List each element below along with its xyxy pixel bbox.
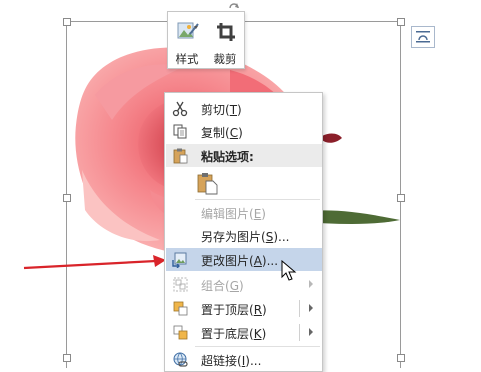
- menu-item-send-to-back-label: 置于底层: [201, 327, 250, 341]
- menu-item-edit-picture-key: E: [253, 207, 262, 221]
- menu-separator: [195, 199, 320, 200]
- menu-item-copy[interactable]: 复制(C): [166, 120, 322, 143]
- crop-icon: [217, 23, 235, 41]
- mini-toolbar: 样式 裁剪: [167, 11, 245, 69]
- menu-item-change-picture[interactable]: 更改图片(A)...: [166, 248, 322, 271]
- clipboard-icon: [173, 148, 188, 164]
- submenu-arrow-icon[interactable]: [309, 328, 313, 336]
- menu-item-save-as-picture-ellipsis: ...: [278, 230, 290, 244]
- menu-item-send-to-back[interactable]: 置于底层(K): [166, 321, 322, 344]
- crop-button[interactable]: 裁剪: [206, 12, 244, 68]
- menu-item-save-as-picture[interactable]: 另存为图片(S)...: [166, 224, 322, 247]
- paste-keep-source-icon[interactable]: [196, 171, 220, 195]
- copy-icon: [173, 124, 187, 139]
- menu-item-copy-label: 复制: [201, 126, 226, 140]
- submenu-arrow-icon: [309, 280, 313, 288]
- paste-options-header: 粘贴选项:: [166, 144, 322, 167]
- send-to-back-icon: [173, 325, 188, 340]
- menu-item-group: 组合(G): [166, 273, 322, 296]
- resize-handle-top-right[interactable]: [397, 18, 405, 26]
- layout-options-button[interactable]: [411, 26, 435, 48]
- resize-handle-right[interactable]: [397, 194, 405, 202]
- submenu-arrow-icon[interactable]: [309, 304, 313, 312]
- hyperlink-icon: [173, 352, 188, 367]
- split-divider: [299, 300, 300, 317]
- menu-item-change-picture-ellipsis: ...: [266, 254, 279, 268]
- resize-handle-left-lower[interactable]: [63, 354, 71, 362]
- menu-item-bring-to-front-key: R: [253, 303, 263, 317]
- menu-item-hyperlink-ellipsis: ...: [249, 354, 262, 368]
- resize-handle-right-lower[interactable]: [397, 354, 405, 362]
- annotation-red-arrow: [23, 255, 166, 270]
- resize-handle-left-upper[interactable]: [63, 194, 71, 202]
- menu-item-change-picture-key: A: [253, 254, 262, 268]
- menu-item-bring-to-front[interactable]: 置于顶层(R): [166, 297, 322, 320]
- resize-handle-top-left[interactable]: [63, 18, 71, 26]
- style-button-label: 样式: [175, 52, 199, 66]
- menu-item-change-picture-label: 更改图片: [201, 254, 250, 268]
- crop-button-label: 裁剪: [213, 52, 237, 66]
- menu-item-cut-label: 剪切: [201, 103, 226, 117]
- menu-item-cut-key: T: [229, 103, 238, 117]
- menu-item-bring-to-front-label: 置于顶层: [201, 303, 250, 317]
- document-canvas: 样式 裁剪 剪切(T) 复制(C) 粘贴选项: 编辑图片(E) 另存为图片(S)…: [0, 0, 481, 372]
- menu-item-group-label: 组合: [201, 279, 226, 293]
- menu-item-save-as-picture-key: S: [265, 230, 274, 244]
- menu-item-edit-picture: 编辑图片(E): [201, 207, 266, 221]
- menu-item-cut[interactable]: 剪切(T): [166, 97, 322, 120]
- mouse-cursor-icon: [281, 260, 297, 281]
- menu-separator: [195, 346, 320, 347]
- scissors-icon: [172, 101, 188, 117]
- menu-item-group-key: G: [229, 279, 240, 293]
- context-menu: 剪切(T) 复制(C) 粘贴选项: 编辑图片(E) 另存为图片(S)... 更改…: [164, 92, 323, 372]
- menu-item-save-as-picture-label: 另存为图片: [201, 230, 262, 244]
- menu-item-send-to-back-key: K: [253, 327, 262, 341]
- change-picture-icon: [172, 252, 187, 268]
- group-icon: [173, 277, 188, 292]
- style-button[interactable]: 样式: [168, 12, 206, 68]
- picture-style-icon: [177, 22, 199, 39]
- bring-to-front-icon: [173, 301, 188, 316]
- menu-item-hyperlink-key: I: [241, 354, 246, 368]
- paste-options-label: 粘贴选项:: [201, 150, 254, 164]
- menu-item-copy-key: C: [229, 126, 239, 140]
- menu-item-edit-picture-label: 编辑图片: [201, 207, 250, 221]
- layout-options-icon: [416, 31, 430, 43]
- split-divider: [299, 324, 300, 341]
- menu-item-hyperlink-label: 超链接: [201, 354, 238, 368]
